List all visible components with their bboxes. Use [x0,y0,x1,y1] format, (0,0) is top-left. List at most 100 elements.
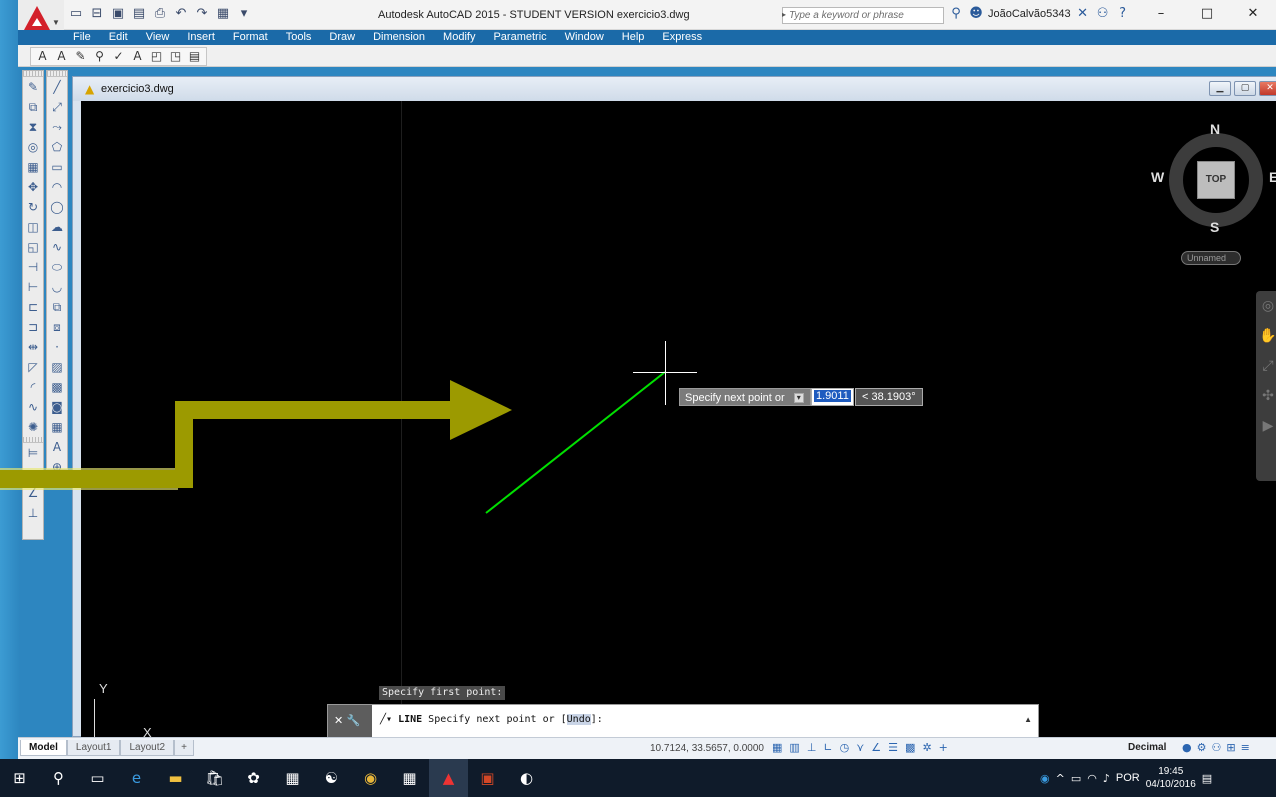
drawing-restore-button[interactable]: ▢ [1234,81,1256,96]
drawing-close-button[interactable]: ✕ [1259,81,1276,96]
point-icon[interactable]: · [47,337,67,357]
infer-constraints-icon[interactable]: ⊥ [807,741,817,754]
units-dropdown[interactable]: Decimal [1128,742,1166,753]
break-at-point-icon[interactable]: ⊏ [23,297,43,317]
exchange-apps-icon[interactable]: ✕ [1075,6,1091,22]
aligned-dimension-icon[interactable]: ⊿ [23,463,43,483]
gradient-icon[interactable]: ▩ [47,377,67,397]
justify-text-icon[interactable]: ◳ [167,49,184,64]
fillet-icon[interactable]: ◜ [23,377,43,397]
array-icon[interactable]: ▦ [23,157,43,177]
notification-badge-icon[interactable]: ◉ [1040,772,1050,785]
customization-icon[interactable]: ≡ [1241,741,1250,754]
wifi-icon[interactable]: ◠ [1087,772,1097,785]
undo-option[interactable]: Undo [566,714,591,725]
calculator-icon[interactable]: ▦ [390,759,429,797]
plot-icon[interactable]: ⎙ [152,6,168,22]
menu-window[interactable]: Window [556,30,613,45]
menu-dimension[interactable]: Dimension [364,30,434,45]
menu-tools[interactable]: Tools [277,30,321,45]
distance-input[interactable]: 1.9011 [811,388,854,406]
move-icon[interactable]: ✥ [23,177,43,197]
orbit-icon[interactable]: ✣ [1256,381,1276,411]
arc-icon[interactable]: ◠ [47,177,67,197]
signed-in-user[interactable]: JoãoCalvão5343 [988,8,1071,20]
showmotion-icon[interactable]: ▶ [1256,411,1276,441]
menu-parametric[interactable]: Parametric [484,30,555,45]
construction-line-icon[interactable]: ⤢ [47,97,67,117]
search-icon[interactable]: ⚲ [39,759,78,797]
hatch-icon[interactable]: ▨ [47,357,67,377]
transparency-icon[interactable]: ▩ [905,741,915,754]
menu-help[interactable]: Help [613,30,654,45]
erase-icon[interactable]: ✎ [23,77,43,97]
binoculars-search-icon[interactable]: ⚲ [948,6,964,22]
angular-dimension-icon[interactable]: ∠ [23,483,43,503]
offset-icon[interactable]: ◎ [23,137,43,157]
pan-icon[interactable]: ✋ [1256,321,1276,351]
quick-properties-icon[interactable]: ● [1182,741,1192,754]
ellipse-icon[interactable]: ⬭ [47,257,67,277]
command-history-up-icon[interactable]: ▲ [1024,715,1032,724]
open-file-icon[interactable]: ⊟ [89,6,105,22]
make-block-icon[interactable]: ⧈ [47,317,67,337]
app-icon[interactable]: ✿ [234,759,273,797]
ortho-icon[interactable]: ∟ [823,741,832,754]
find-replace-icon[interactable]: ⚲ [91,49,108,64]
chrome-icon[interactable]: ◉ [351,759,390,797]
ucs-dynamic-icon[interactable]: + [939,741,948,754]
polygon-icon[interactable]: ⬠ [47,137,67,157]
menu-edit[interactable]: Edit [100,30,137,45]
insert-block-icon[interactable]: ⧉ [47,297,67,317]
battery-icon[interactable]: ▭ [1071,772,1081,785]
multiline-text-icon[interactable]: A [34,49,51,64]
autocad-taskbar-icon[interactable]: ▲ [429,759,468,797]
single-line-text-icon[interactable]: A [53,49,70,64]
multiline-text-icon[interactable]: A [47,437,67,457]
store-icon[interactable]: 🛍 [195,759,234,797]
action-center-icon[interactable]: ▤ [1202,772,1212,785]
snap-icon[interactable]: ▥ [789,741,799,754]
minimize-button[interactable]: – [1138,0,1184,30]
menu-view[interactable]: View [137,30,179,45]
line-icon[interactable]: ╱ [47,77,67,97]
save-icon[interactable]: ▣ [110,6,126,22]
scale-icon[interactable]: ◫ [23,217,43,237]
extend-icon[interactable]: ⊢ [23,277,43,297]
menu-file[interactable]: File [64,30,100,45]
task-view-icon[interactable]: ▭ [78,759,117,797]
calendar-icon[interactable]: ▦ [273,759,312,797]
close-command-line-icon[interactable]: ✕ [334,714,343,727]
table-icon[interactable]: ▦ [47,417,67,437]
clock[interactable]: 19:45 04/10/2016 [1146,765,1196,791]
redo-icon[interactable]: ↷ [194,6,210,22]
coordinates-readout[interactable]: 10.7124, 33.5657, 0.0000 [650,743,764,754]
drawing-minimize-button[interactable]: ▁ [1209,81,1231,96]
tab-model[interactable]: Model [20,740,67,756]
clean-screen-icon[interactable]: ⊞ [1226,741,1235,754]
edge-icon[interactable]: e [117,759,156,797]
ellipse-arc-icon[interactable]: ◡ [47,277,67,297]
blend-curves-icon[interactable]: ∿ [23,397,43,417]
close-button[interactable]: ✕ [1230,0,1276,30]
model-space-canvas[interactable]: Specify next point or ▾ 1.9011 < 38.1903… [81,101,1276,738]
menu-modify[interactable]: Modify [434,30,484,45]
ucs-menu[interactable]: Unnamed [1181,251,1241,265]
join-icon[interactable]: ⇹ [23,337,43,357]
volume-icon[interactable]: ♪ [1103,772,1110,785]
steering-wheel-icon[interactable]: ◎ [1256,291,1276,321]
add-selected-icon[interactable]: ⊕ [47,457,67,477]
revision-cloud-icon[interactable]: ☁ [47,217,67,237]
menu-express[interactable]: Express [653,30,711,45]
lineweight-icon[interactable]: ☰ [888,741,898,754]
polar-icon[interactable]: ◷ [840,741,850,754]
search-input[interactable]: ▸ Type a keyword or phrase [782,7,944,24]
ordinate-dimension-icon[interactable]: ⊥ [23,503,43,523]
help-icon[interactable]: ? [1115,6,1131,22]
break-icon[interactable]: ⊐ [23,317,43,337]
tab-layout2[interactable]: Layout2 [120,740,175,756]
compass-north[interactable]: N [1210,121,1220,137]
compass-south[interactable]: S [1210,219,1219,235]
isolate-objects-icon[interactable]: ⚇ [1211,741,1221,754]
region-icon[interactable]: ◙ [47,397,67,417]
